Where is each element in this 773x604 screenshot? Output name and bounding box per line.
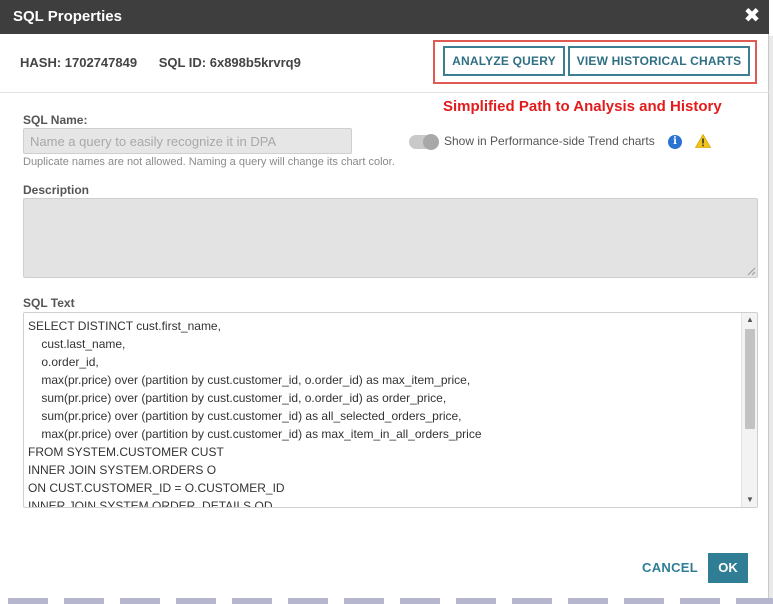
trend-charts-label: Show in Performance-side Trend charts [444,134,655,148]
annotation-text: Simplified Path to Analysis and History [443,98,722,115]
analyze-query-button[interactable]: ANALYZE QUERY [443,46,565,76]
sql-name-hint: Duplicate names are not allowed. Naming … [23,156,395,168]
toggle-knob [423,134,439,150]
sql-line: INNER JOIN SYSTEM.ORDERS O [28,463,217,477]
view-historical-charts-button[interactable]: VIEW HISTORICAL CHARTS [568,46,750,76]
sql-line: max(pr.price) over (partition by cust.cu… [28,373,471,387]
sql-scrollbar[interactable]: ▲ ▼ [741,313,757,507]
sql-line: o.order_id, [28,355,99,369]
dialog-title: SQL Properties [13,8,122,25]
scroll-up-icon[interactable]: ▲ [742,313,757,327]
sql-line: FROM SYSTEM.CUSTOMER CUST [28,445,224,459]
description-label: Description [23,183,90,197]
sql-code: SELECT DISTINCT cust.first_name, cust.la… [28,317,740,508]
sql-line: SELECT DISTINCT cust.first_name, [28,319,221,333]
info-icon[interactable]: i [668,135,682,149]
sql-line: INNER JOIN SYSTEM.ORDER_DETAILS OD [28,499,273,508]
background-page-strip [0,598,773,604]
header-divider [0,92,769,93]
ok-button[interactable]: OK [708,553,748,583]
warning-icon [695,134,711,148]
sql-text-area[interactable]: SELECT DISTINCT cust.first_name, cust.la… [23,312,758,508]
resize-grip-icon[interactable] [747,267,756,276]
sql-properties-dialog: SQL Properties ✖ HASH: 1702747849 SQL ID… [0,0,769,598]
sql-id-value: SQL ID: 6x898b5krvrq9 [158,55,301,70]
description-textarea[interactable] [23,198,758,278]
sql-name-input[interactable] [23,128,352,154]
sql-line: sum(pr.price) over (partition by cust.cu… [28,409,462,423]
sql-line: ON CUST.CUSTOMER_ID = O.CUSTOMER_ID [28,481,285,495]
scroll-down-icon[interactable]: ▼ [742,493,757,507]
trend-charts-toggle[interactable] [409,134,439,150]
sql-line: sum(pr.price) over (partition by cust.cu… [28,391,447,405]
dialog-titlebar: SQL Properties ✖ [0,0,769,34]
scroll-thumb[interactable] [745,329,755,429]
sql-name-label: SQL Name: [23,113,88,127]
sql-line: max(pr.price) over (partition by cust.cu… [28,427,482,441]
background-page [769,36,773,598]
sql-text-label: SQL Text [23,296,75,310]
hash-value: HASH: 1702747849 [20,55,138,70]
close-icon[interactable]: ✖ [741,5,763,27]
query-identifiers: HASH: 1702747849 SQL ID: 6x898b5krvrq9 [20,55,319,70]
sql-line: cust.last_name, [28,337,126,351]
cancel-button[interactable]: CANCEL [638,556,702,580]
